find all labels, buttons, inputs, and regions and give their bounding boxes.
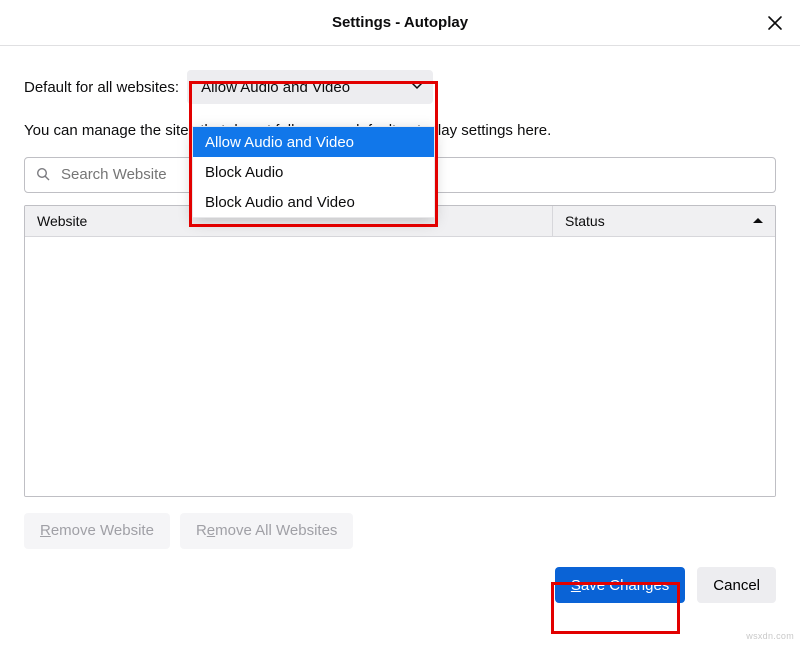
remove-all-pre: R xyxy=(196,522,207,539)
column-header-status[interactable]: Status xyxy=(553,206,775,236)
column-header-website-label: Website xyxy=(37,213,87,229)
column-header-status-label: Status xyxy=(565,213,605,229)
watermark-text: wsxdn.com xyxy=(746,631,794,641)
save-changes-button[interactable]: Save Changes xyxy=(555,567,685,603)
close-icon xyxy=(767,15,783,31)
accesskey-e: e xyxy=(207,522,215,539)
remove-website-button[interactable]: Remove Website xyxy=(24,513,170,549)
dialog-title: Settings - Autoplay xyxy=(332,14,468,31)
websites-table: Website Status xyxy=(24,205,776,497)
remove-all-websites-button[interactable]: Remove All Websites xyxy=(180,513,353,549)
default-select[interactable]: Allow Audio and Video xyxy=(187,70,433,104)
sort-ascending-icon xyxy=(753,218,763,223)
accesskey-r: R xyxy=(40,522,51,539)
search-icon xyxy=(36,167,50,181)
default-select-value: Allow Audio and Video xyxy=(201,79,350,96)
default-row: Default for all websites: Allow Audio an… xyxy=(24,70,776,104)
save-rest: ave Changes xyxy=(581,577,669,594)
remove-buttons-row: Remove Website Remove All Websites xyxy=(24,513,776,549)
chevron-down-icon xyxy=(411,82,423,90)
accesskey-s: S xyxy=(571,577,581,594)
dropdown-option-allow-audio-video[interactable]: Allow Audio and Video xyxy=(193,127,434,157)
dialog-footer: Save Changes Cancel xyxy=(555,567,776,603)
remove-website-rest: emove Website xyxy=(51,522,154,539)
dropdown-option-block-audio-video[interactable]: Block Audio and Video xyxy=(193,187,434,217)
table-body xyxy=(25,237,775,496)
default-select-dropdown: Allow Audio and Video Block Audio Block … xyxy=(192,126,435,218)
close-button[interactable] xyxy=(764,12,786,34)
dialog-header: Settings - Autoplay xyxy=(0,0,800,46)
dropdown-option-block-audio[interactable]: Block Audio xyxy=(193,157,434,187)
cancel-button[interactable]: Cancel xyxy=(697,567,776,603)
remove-all-rest: move All Websites xyxy=(215,522,337,539)
default-label: Default for all websites: xyxy=(24,79,179,96)
dialog-content: Default for all websites: Allow Audio an… xyxy=(0,46,800,549)
